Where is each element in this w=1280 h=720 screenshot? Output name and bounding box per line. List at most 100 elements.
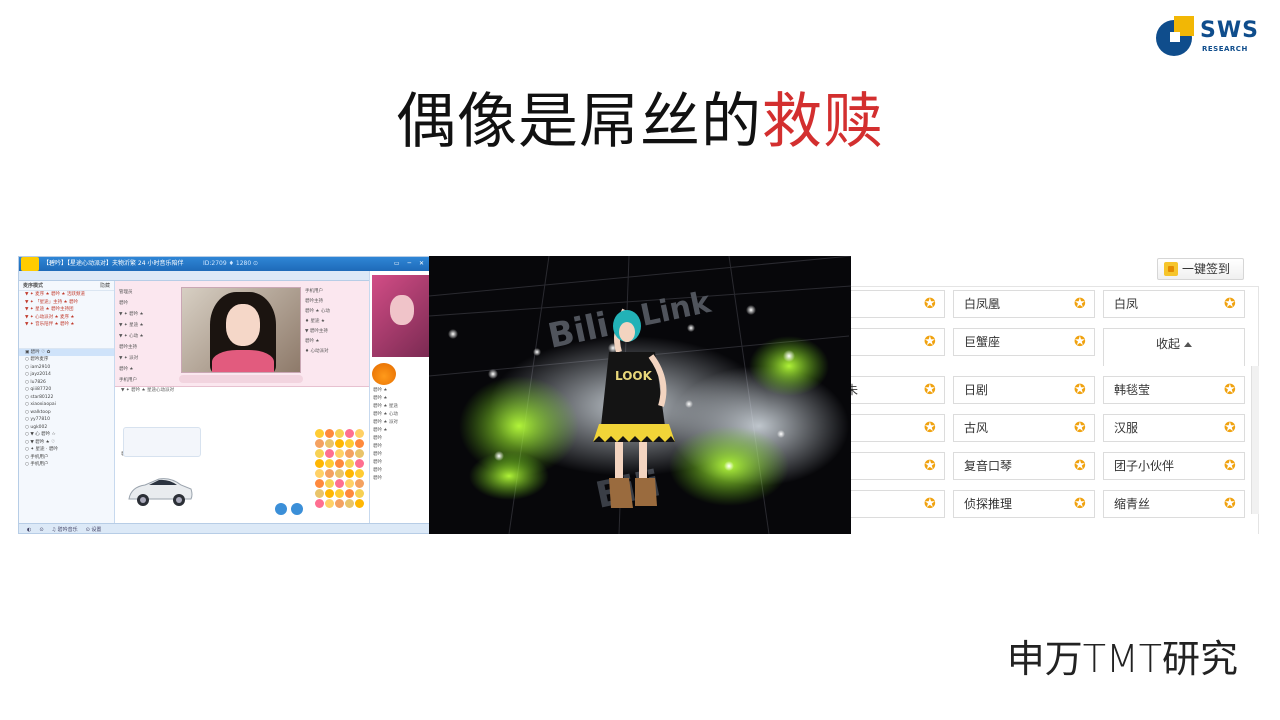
tag-item[interactable]: ✪ bbox=[851, 290, 945, 318]
host-video[interactable] bbox=[181, 287, 301, 373]
favorite-star-icon[interactable]: ✪ bbox=[924, 459, 938, 473]
emoji-icon[interactable] bbox=[335, 479, 344, 488]
emoji-icon[interactable] bbox=[345, 429, 354, 438]
favorite-star-icon[interactable]: ✪ bbox=[1074, 459, 1088, 473]
round-button[interactable] bbox=[291, 503, 303, 515]
channel-item[interactable]: ▼ ✦ 麦序 ★ 碧吟 ★ 活跃频道 bbox=[19, 291, 114, 299]
favorite-star-icon[interactable]: ✪ bbox=[924, 421, 938, 435]
tag-item[interactable]: 团子小伙伴 ✪ bbox=[1103, 452, 1245, 480]
user-item[interactable]: ○ 碧吟麦序 bbox=[19, 356, 114, 364]
emoji-icon[interactable] bbox=[355, 469, 364, 478]
user-item[interactable]: ○ ▼ 碧吟 ★ ♡ bbox=[19, 439, 114, 447]
user-item[interactable]: ○ jayz2014 bbox=[19, 371, 114, 379]
tag-item[interactable]: 未✪ bbox=[851, 376, 945, 404]
emoji-grid[interactable] bbox=[315, 429, 365, 509]
tag-item[interactable]: ✪ bbox=[851, 452, 945, 480]
stage-right-item[interactable]: ▼ 碧吟主持 bbox=[305, 327, 367, 337]
emoji-icon[interactable] bbox=[355, 429, 364, 438]
tag-item[interactable]: 巨蟹座 ✪ bbox=[953, 328, 1095, 356]
emoji-icon[interactable] bbox=[325, 429, 334, 438]
emoji-icon[interactable] bbox=[355, 459, 364, 468]
tag-item[interactable]: 白凤 ✪ bbox=[1103, 290, 1245, 318]
emoji-icon[interactable] bbox=[325, 489, 334, 498]
stage-user[interactable]: ▼ ✦ 碧吟 ★ bbox=[119, 309, 179, 320]
emoji-icon[interactable] bbox=[315, 489, 324, 498]
status-item[interactable]: ⊙ bbox=[39, 527, 43, 533]
favorite-star-icon[interactable]: ✪ bbox=[1224, 459, 1238, 473]
emoji-icon[interactable] bbox=[315, 429, 324, 438]
user-item[interactable]: ○ yy77810 bbox=[19, 416, 114, 424]
stage-user[interactable]: 管理员 bbox=[119, 287, 179, 298]
user-item[interactable]: ○ iam2910 bbox=[19, 364, 114, 372]
emoji-icon[interactable] bbox=[315, 499, 324, 508]
tag-item[interactable]: 缩青丝 ✪ bbox=[1103, 490, 1245, 518]
guest-video[interactable] bbox=[372, 275, 429, 357]
status-item[interactable]: ♫ 碧吟音乐 bbox=[52, 527, 78, 533]
stage-right-item[interactable]: 碧吟 ★ 心动 bbox=[305, 307, 367, 317]
favorite-star-icon[interactable]: ✪ bbox=[924, 383, 938, 397]
emoji-icon[interactable] bbox=[355, 449, 364, 458]
action-buttons[interactable] bbox=[275, 503, 307, 517]
user-item[interactable]: ○ ugk002 bbox=[19, 424, 114, 432]
scrollbar[interactable] bbox=[1251, 366, 1259, 514]
emoji-icon[interactable] bbox=[315, 479, 324, 488]
favorite-star-icon[interactable]: ✪ bbox=[924, 297, 938, 311]
emoji-icon[interactable] bbox=[315, 469, 324, 478]
favorite-star-icon[interactable]: ✪ bbox=[1224, 297, 1238, 311]
emoji-icon[interactable] bbox=[335, 499, 344, 508]
favorite-star-icon[interactable]: ✪ bbox=[1224, 421, 1238, 435]
emoji-icon[interactable] bbox=[345, 479, 354, 488]
window-buttons[interactable]: ▭ ─ ✕ bbox=[394, 257, 427, 271]
stage-user[interactable]: ▼ ✦ 星途 ★ bbox=[119, 320, 179, 331]
emoji-icon[interactable] bbox=[325, 499, 334, 508]
favorite-star-icon[interactable]: ✪ bbox=[1074, 297, 1088, 311]
emoji-icon[interactable] bbox=[315, 449, 324, 458]
user-item[interactable]: ○ lu7826 bbox=[19, 379, 114, 387]
user-item[interactable]: ○ xiaoxiaopai bbox=[19, 401, 114, 409]
stage-user[interactable]: 碧吟 bbox=[119, 298, 179, 309]
user-item[interactable]: ○ ▼ 心 碧吟 ☆ bbox=[19, 431, 114, 439]
round-button[interactable] bbox=[275, 503, 287, 515]
checkin-button[interactable]: 一键签到 bbox=[1157, 258, 1244, 280]
stage-right-item[interactable]: 碧吟主持 bbox=[305, 297, 367, 307]
emoji-icon[interactable] bbox=[345, 469, 354, 478]
emoji-icon[interactable] bbox=[325, 459, 334, 468]
emoji-icon[interactable] bbox=[335, 489, 344, 498]
emoji-icon[interactable] bbox=[345, 449, 354, 458]
channel-item[interactable]: ▼ ✦ 心动派对 ★ 麦序 ★ bbox=[19, 314, 114, 322]
tag-item[interactable]: ✪ bbox=[851, 328, 945, 356]
hide-link[interactable]: 隐藏 bbox=[100, 281, 110, 291]
video-controls[interactable] bbox=[179, 375, 303, 383]
status-item[interactable]: ◐ bbox=[27, 527, 31, 533]
user-item[interactable]: ○ star80122 bbox=[19, 394, 114, 402]
user-item[interactable]: ○ 手机用户 bbox=[19, 461, 114, 469]
emoji-icon[interactable] bbox=[355, 489, 364, 498]
tag-item[interactable]: 侦探推理 ✪ bbox=[953, 490, 1095, 518]
channel-item[interactable]: ▼ ✦ 「星途」主持 ★ 碧吟 bbox=[19, 299, 114, 307]
emoji-icon[interactable] bbox=[335, 459, 344, 468]
emoji-icon[interactable] bbox=[335, 439, 344, 448]
stage-user[interactable]: 碧吟主持 bbox=[119, 342, 179, 353]
favorite-star-icon[interactable]: ✪ bbox=[924, 335, 938, 349]
user-item[interactable]: ▣ 碧吟 ♡ ✿ bbox=[19, 348, 114, 356]
tag-item[interactable]: ✪ bbox=[851, 490, 945, 518]
emoji-icon[interactable] bbox=[335, 449, 344, 458]
tag-item[interactable]: 白凤凰 ✪ bbox=[953, 290, 1095, 318]
favorite-star-icon[interactable]: ✪ bbox=[1224, 383, 1238, 397]
stage-right-item[interactable]: 手机用户 bbox=[305, 287, 367, 297]
emoji-icon[interactable] bbox=[345, 489, 354, 498]
emoji-icon[interactable] bbox=[345, 439, 354, 448]
favorite-star-icon[interactable]: ✪ bbox=[1074, 335, 1088, 349]
tag-item[interactable]: 汉服 ✪ bbox=[1103, 414, 1245, 442]
emoji-icon[interactable] bbox=[325, 469, 334, 478]
channel-item[interactable]: ▼ ✦ 音乐陪伴 ★ 碧吟 ★ bbox=[19, 321, 114, 329]
collapse-toggle[interactable]: 收起 bbox=[1103, 328, 1245, 366]
emoji-icon[interactable] bbox=[355, 479, 364, 488]
emoji-icon[interactable] bbox=[345, 459, 354, 468]
stage-right-item[interactable]: ♦ 星途 ★ bbox=[305, 317, 367, 327]
user-item[interactable]: ○ walktoop bbox=[19, 409, 114, 417]
status-item[interactable]: ⊙ 设置 bbox=[86, 527, 102, 533]
tag-item[interactable]: 韩毯莹 ✪ bbox=[1103, 376, 1245, 404]
stage-user[interactable]: ▼ ✦ 心动 ★ bbox=[119, 331, 179, 342]
emoji-icon[interactable] bbox=[325, 439, 334, 448]
